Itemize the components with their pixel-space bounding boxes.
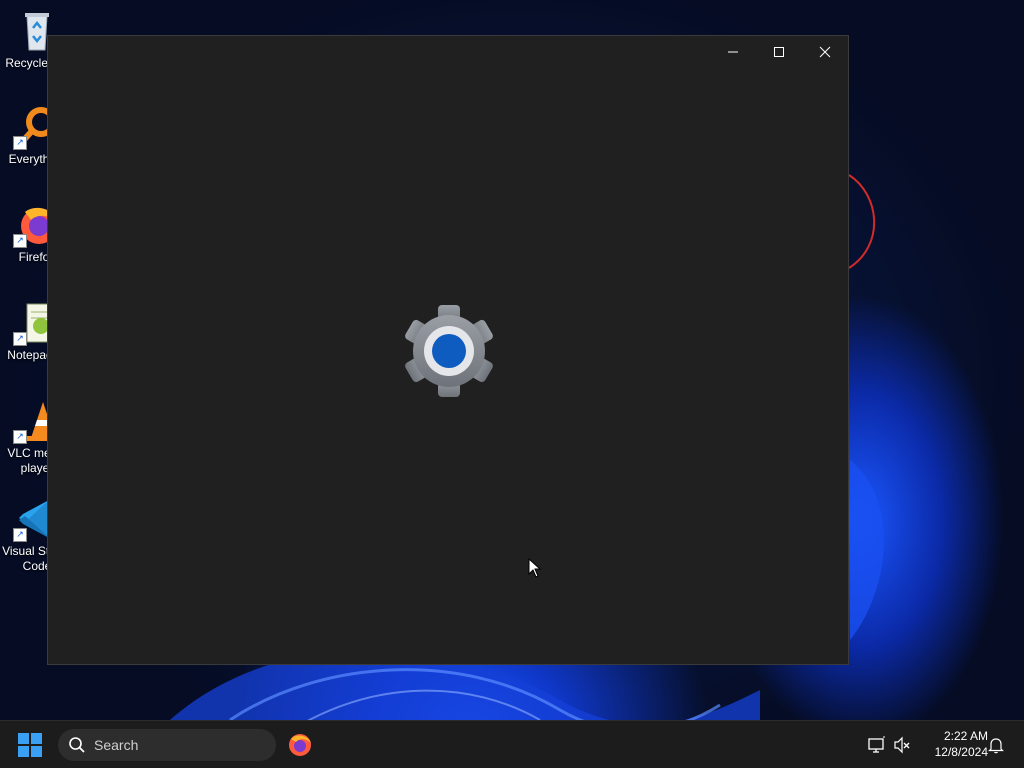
shortcut-arrow-icon: ↗: [13, 430, 27, 444]
clock-date: 12/8/2024: [934, 745, 988, 759]
taskbar-clock[interactable]: 2:22 AM 12/8/2024: [918, 728, 988, 760]
settings-gear-icon: [405, 305, 493, 397]
volume-muted-icon[interactable]: [893, 736, 911, 754]
window-titlebar: [710, 36, 848, 68]
search-placeholder: Search: [94, 737, 139, 753]
clock-time: 2:22 AM: [943, 729, 988, 743]
shortcut-arrow-icon: ↗: [13, 332, 27, 346]
shortcut-arrow-icon: ↗: [13, 234, 27, 248]
mouse-cursor-icon: [528, 558, 542, 578]
close-icon: [819, 46, 831, 58]
minimize-icon: [728, 51, 738, 53]
taskbar-search-box[interactable]: Search: [58, 729, 276, 761]
windows-start-icon[interactable]: [18, 733, 42, 757]
settings-window[interactable]: [47, 35, 849, 665]
maximize-button[interactable]: [756, 36, 802, 68]
notification-bell-icon[interactable]: [987, 736, 1005, 754]
minimize-button[interactable]: [710, 36, 756, 68]
taskbar: Search 2:22 AM 12/8/2024: [0, 720, 1024, 768]
firefox-icon[interactable]: [288, 733, 312, 757]
shortcut-arrow-icon: ↗: [13, 528, 27, 542]
search-icon: [69, 737, 85, 753]
network-icon[interactable]: [868, 736, 886, 754]
close-button[interactable]: [802, 36, 848, 68]
shortcut-arrow-icon: ↗: [13, 136, 27, 150]
maximize-icon: [774, 47, 784, 57]
